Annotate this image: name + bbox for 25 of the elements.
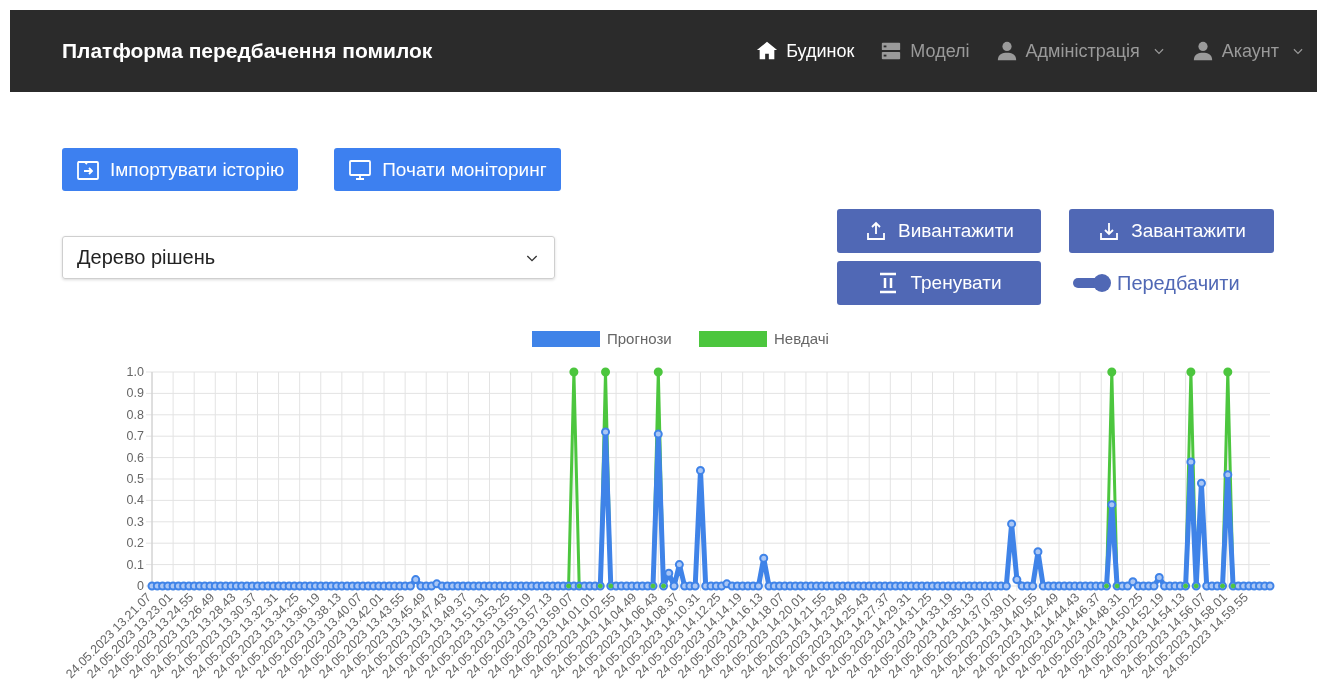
y-tick-label: 0.9 [126, 386, 144, 401]
model-button[interactable]: Завантажити [1069, 209, 1274, 253]
nav-link[interactable]: Будинок [756, 40, 855, 62]
y-tick-label: 1.0 [126, 365, 144, 379]
legend-label: Невдачі [774, 330, 829, 347]
y-tick-label: 0.7 [126, 429, 144, 444]
model-select[interactable]: Дерево рішень [62, 236, 555, 279]
y-tick-label: 0.2 [126, 536, 144, 551]
y-tick-label: 0 [137, 579, 144, 593]
y-tick-label: 0.5 [126, 472, 144, 486]
model-button[interactable]: Тренувати [837, 261, 1041, 305]
app-title: Платформа передбачення помилок [62, 39, 433, 63]
model-button[interactable]: Вивантажити [837, 209, 1041, 253]
nav-link[interactable]: Моделі [880, 40, 970, 62]
toggle-label: Передбачити [1117, 271, 1240, 295]
nav-link[interactable]: Адміністрація [995, 40, 1166, 62]
y-tick-label: 0.6 [126, 450, 144, 465]
nav-link[interactable]: Акаунт [1191, 40, 1305, 62]
action-button[interactable]: Імпортувати історію [62, 148, 299, 191]
y-tick-label: 0.4 [126, 493, 144, 508]
y-tick-label: 0.8 [126, 407, 144, 422]
action-button[interactable]: Почати моніторинг [334, 148, 561, 191]
legend-label: Прогнози [607, 330, 672, 347]
y-tick-label: 0.3 [126, 514, 144, 529]
y-tick-label: 0.1 [126, 557, 144, 572]
